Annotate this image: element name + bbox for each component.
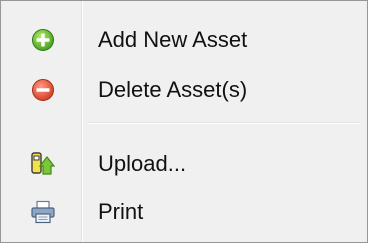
- menu-item-upload[interactable]: Upload...: [3, 139, 365, 189]
- print-icon: [29, 198, 57, 226]
- upload-icon: [29, 150, 57, 178]
- add-icon: [29, 26, 57, 54]
- menu-separator: [87, 122, 361, 124]
- menu-item-label: Delete Asset(s): [98, 77, 248, 102]
- menu-item-label: Upload...: [98, 151, 187, 176]
- menu-item-add-new-asset[interactable]: Add New Asset: [3, 15, 365, 65]
- menu-item-label: Print: [98, 199, 144, 224]
- menu-item-label: Add New Asset: [98, 27, 248, 52]
- menu-item-delete-assets[interactable]: Delete Asset(s): [3, 65, 365, 115]
- menu-item-print[interactable]: Print: [3, 187, 365, 237]
- delete-icon: [29, 76, 57, 104]
- context-menu: Add New Asset Delete Asset(s) Upload... …: [0, 0, 368, 243]
